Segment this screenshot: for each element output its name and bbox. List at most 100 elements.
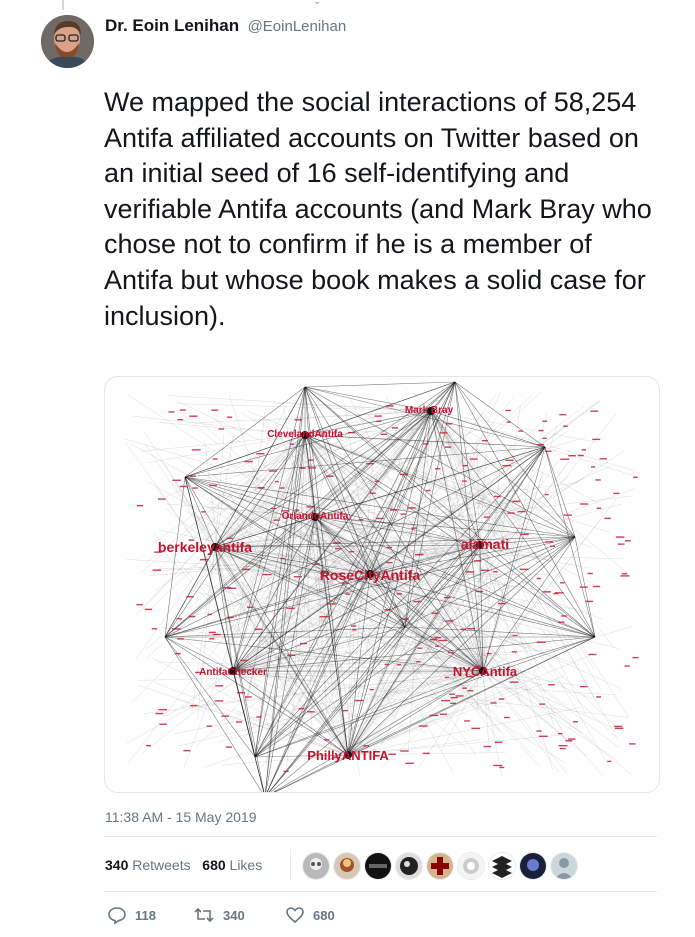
graph-node <box>225 746 232 748</box>
graph-node <box>152 569 162 571</box>
graph-node <box>444 446 452 448</box>
graph-node <box>443 596 451 599</box>
display-name[interactable]: Dr. Eoin Lenihan <box>105 16 239 35</box>
graph-node <box>438 639 447 642</box>
graph-node <box>563 425 568 427</box>
graph-node <box>450 696 458 699</box>
graph-node <box>512 634 518 637</box>
graph-node <box>214 700 224 702</box>
retweets-count: 340 <box>105 857 129 873</box>
graph-node <box>498 698 505 700</box>
graph-edge <box>479 544 568 745</box>
graph-node <box>590 410 599 412</box>
graph-node <box>155 712 164 715</box>
graph-node <box>342 709 348 712</box>
graph-node <box>587 572 593 575</box>
graph-edge <box>479 450 625 546</box>
likes-stat[interactable]: 680 Likes <box>202 857 262 873</box>
graph-node <box>174 652 181 655</box>
retweets-stat[interactable]: 340 Retweets <box>105 857 195 873</box>
graph-node <box>374 480 380 483</box>
graph-node <box>558 744 568 747</box>
graph-node <box>257 487 265 489</box>
graph-edge <box>153 682 349 756</box>
graph-node <box>449 693 455 695</box>
graph-node <box>396 593 403 595</box>
tweet-timestamp[interactable]: 11:38 AM - 15 May 2019 <box>105 809 257 825</box>
graph-node <box>558 621 565 623</box>
liker-avatar[interactable] <box>395 852 423 880</box>
graph-node <box>497 602 506 605</box>
graph-node <box>439 432 448 434</box>
graph-node <box>279 487 285 489</box>
graph-node <box>369 688 374 691</box>
liker-avatar[interactable] <box>550 852 578 880</box>
graph-edge <box>184 476 256 758</box>
graph-node <box>545 450 552 452</box>
graph-node <box>177 418 184 421</box>
liker-avatar[interactable] <box>302 852 330 880</box>
graph-node <box>417 647 423 649</box>
graph-node <box>358 518 364 521</box>
graph-node <box>518 430 523 432</box>
graph-node <box>270 507 277 510</box>
graph-node <box>539 703 546 705</box>
liker-avatar[interactable] <box>364 852 392 880</box>
user-handle[interactable]: @EoinLenihan <box>248 18 347 35</box>
graph-edge <box>347 459 560 756</box>
graph-node <box>256 716 262 718</box>
graph-node <box>559 413 567 416</box>
like-action[interactable]: 680 <box>285 905 335 925</box>
author-row[interactable]: Dr. Eoin Lenihan @EoinLenihan <box>105 16 346 36</box>
reply-action[interactable]: 118 <box>107 905 156 925</box>
graph-node <box>439 713 447 715</box>
liker-avatar[interactable] <box>457 852 485 880</box>
liker-avatar[interactable] <box>333 852 361 880</box>
graph-edge <box>479 544 611 768</box>
graph-node <box>386 546 392 549</box>
network-graph-image[interactable]: Mark Bray ClevelandAntifa OrlandoAntifa ber… <box>104 376 660 793</box>
graph-node <box>159 723 167 725</box>
graph-node <box>209 638 215 640</box>
graph-node <box>429 714 439 717</box>
graph-edges <box>125 381 638 792</box>
graph-node <box>349 551 355 553</box>
graph-node <box>212 458 218 460</box>
graph-node <box>561 615 567 617</box>
graph-node <box>629 743 636 745</box>
graph-edge <box>347 631 419 756</box>
network-graph: Mark Bray ClevelandAntifa OrlandoAntifa ber… <box>125 381 639 792</box>
graph-node <box>274 480 279 483</box>
graph-label-berkeley: berkeleyantifa <box>158 539 252 555</box>
graph-edge <box>417 670 484 770</box>
graph-node <box>287 654 296 656</box>
liker-avatar[interactable] <box>519 852 547 880</box>
likes-count: 680 <box>202 857 226 873</box>
graph-node <box>254 628 263 631</box>
retweet-count: 340 <box>223 907 245 923</box>
graph-edge <box>482 670 618 730</box>
chevron-down-icon[interactable]: ⌄ <box>313 0 321 7</box>
liker-avatar[interactable] <box>426 852 454 880</box>
graph-node <box>307 467 316 469</box>
graph-node <box>396 664 402 666</box>
graph-node <box>151 628 158 630</box>
graph-node <box>547 684 555 686</box>
graph-node <box>388 753 397 755</box>
graph-label-alamati: alamati <box>461 536 509 552</box>
retweet-action[interactable]: 340 <box>193 905 245 925</box>
graph-edge <box>232 670 630 718</box>
graph-node <box>568 738 576 740</box>
avatar[interactable] <box>41 15 94 68</box>
graph-node <box>286 607 295 610</box>
graph-node <box>374 415 382 417</box>
graph-node <box>328 603 336 605</box>
graph-node <box>389 509 398 511</box>
graph-node <box>145 744 151 747</box>
liker-avatar[interactable] <box>488 852 516 880</box>
graph-label-cleveland: ClevelandAntifa <box>267 429 343 440</box>
graph-node <box>179 409 186 411</box>
graph-node <box>226 416 233 418</box>
graph-node <box>591 466 596 468</box>
graph-node <box>624 665 630 667</box>
